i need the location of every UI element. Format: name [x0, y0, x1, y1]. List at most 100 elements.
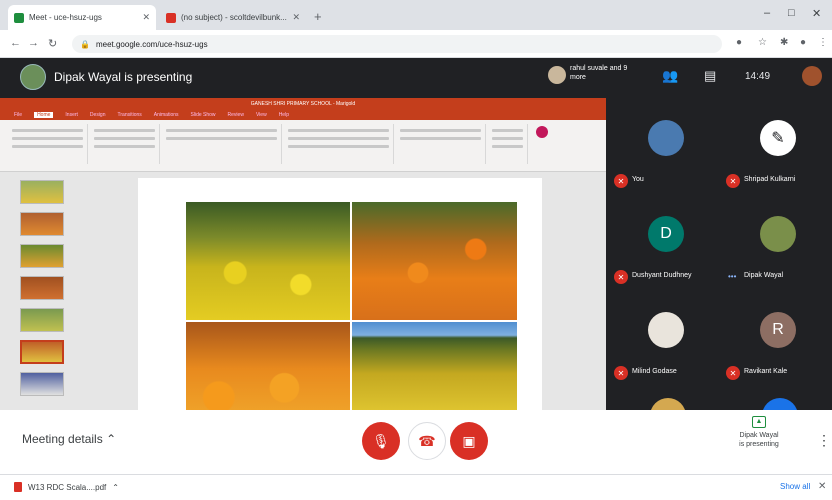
maximize-icon[interactable]: □ — [788, 7, 795, 19]
close-downloads-icon[interactable]: ✕ — [818, 481, 826, 492]
slide-thumbnail[interactable] — [20, 244, 64, 268]
reload-icon[interactable]: ↻ — [48, 37, 57, 50]
slide-thumbnail[interactable] — [20, 180, 64, 204]
slide-thumbnails — [6, 176, 70, 410]
slide-thumbnail[interactable] — [20, 308, 64, 332]
lock-icon: 🔒 — [80, 39, 90, 49]
ribbon-group-editing — [488, 124, 528, 164]
meeting-details-label: Meeting details — [22, 432, 103, 446]
ribbon-tabs: File Home Insert Design Transitions Anim… — [0, 110, 606, 120]
presenting-line-2: is presenting — [739, 441, 779, 448]
participant-name: You — [632, 176, 644, 183]
participant-tile[interactable]: R ✕ Ravikant Kale — [722, 302, 832, 392]
ribbon-tab[interactable]: Review — [228, 112, 244, 118]
browser-tab-meet[interactable]: Meet - uce-hsuz-ugs ✕ — [8, 5, 156, 30]
star-icon[interactable]: ☆ — [758, 37, 767, 48]
ribbon-group-clipboard — [8, 124, 88, 164]
url-text: meet.google.com/uce-hsuz-ugs — [95, 39, 208, 49]
ribbon-group-drawing — [396, 124, 486, 164]
ribbon-group-paragraph — [284, 124, 394, 164]
participant-name: Dipak Wayal — [744, 272, 784, 279]
ribbon-tab[interactable]: View — [256, 112, 267, 118]
tab-label: (no subject) - scoltdevilbunk... — [181, 13, 287, 22]
meet-favicon-icon — [14, 12, 24, 23]
close-tab-icon[interactable]: ✕ — [292, 12, 300, 23]
show-all-downloads-link[interactable]: Show all — [780, 482, 810, 491]
slide-thumbnail[interactable] — [20, 276, 64, 300]
back-icon[interactable]: ← — [10, 37, 21, 49]
participant-tile[interactable]: ✕ Milind Godase — [610, 302, 720, 392]
ribbon-tab-active[interactable]: Home — [34, 112, 54, 118]
leave-call-button[interactable]: ☎ — [408, 422, 446, 460]
hang-up-icon: ☎ — [418, 432, 436, 449]
presenter-avatar — [20, 64, 46, 90]
avatar: D — [648, 216, 684, 252]
address-bar[interactable]: 🔒 meet.google.com/uce-hsuz-ugs — [72, 35, 722, 53]
extensions-icon[interactable]: ✱ — [780, 37, 788, 48]
avatar: ✎ — [760, 120, 796, 156]
participant-tile[interactable]: ✕ You — [610, 110, 720, 200]
window-close-icon[interactable]: ✕ — [812, 7, 821, 20]
ribbon-tab[interactable]: File — [14, 112, 22, 118]
chevron-up-icon: ⌃ — [106, 432, 117, 446]
chevron-up-icon[interactable]: ⌃ — [112, 483, 119, 492]
avatar-initial: R — [772, 321, 784, 338]
meeting-clock: 14:49 — [745, 71, 771, 82]
mic-off-icon: ✕ — [614, 174, 628, 188]
participant-tile[interactable]: D ✕ Dushyant Dudhney — [610, 206, 720, 296]
present-screen-icon: ▲ — [752, 416, 766, 428]
participant-tile[interactable]: ••• Dipak Wayal — [722, 206, 832, 296]
camera-toggle-button[interactable]: ▣ — [450, 422, 488, 460]
mic-off-icon: ✕ — [726, 174, 740, 188]
camera-icon[interactable]: ● — [736, 37, 742, 48]
mic-off-icon: ✕ — [614, 366, 628, 380]
participants-summary[interactable]: rahul suvale and 9 more — [570, 64, 640, 82]
marigold-photo-closeup — [186, 322, 350, 416]
camera-off-icon: ▣ — [462, 432, 476, 449]
mic-off-icon: 🎙 — [372, 432, 390, 449]
meet-top-bar: Dipak Wayal is presenting rahul suvale a… — [0, 58, 832, 98]
more-options-icon[interactable]: ⋮ — [817, 432, 831, 449]
participant-name: Milind Godase — [632, 368, 677, 375]
close-tab-icon[interactable]: ✕ — [142, 12, 150, 23]
chat-icon[interactable]: ▤ — [704, 68, 716, 84]
download-filename: W13 RDC Scala....pdf — [28, 482, 107, 492]
mic-off-icon: ✕ — [614, 270, 628, 284]
new-tab-icon[interactable]: + — [314, 9, 322, 24]
speaking-indicator-icon: ••• — [728, 272, 737, 281]
self-avatar[interactable] — [802, 66, 822, 86]
meeting-details-button[interactable]: Meeting details ⌃ — [22, 432, 116, 446]
participant-tile[interactable]: ✎ ✕ Shripad Kulkarni — [722, 110, 832, 200]
pdf-file-icon — [14, 482, 22, 492]
slide-thumbnail-selected[interactable] — [20, 340, 64, 364]
slide-thumbnail[interactable] — [20, 372, 64, 396]
slide-thumbnail[interactable] — [20, 212, 64, 236]
ribbon-tab[interactable]: Animations — [154, 112, 179, 118]
ribbon-tab[interactable]: Design — [90, 112, 106, 118]
download-item[interactable]: W13 RDC Scala....pdf ⌃ — [14, 482, 119, 492]
avatar — [648, 312, 684, 348]
browser-menu-icon[interactable]: ⋮ — [818, 37, 828, 48]
ribbon-tab[interactable]: Transitions — [118, 112, 142, 118]
avatar — [650, 398, 686, 410]
ribbon-toolbar — [0, 120, 606, 172]
minimize-icon[interactable]: – — [764, 7, 770, 19]
browser-tab-gmail[interactable]: (no subject) - scoltdevilbunk... ✕ — [160, 5, 306, 30]
participant-name: Ravikant Kale — [744, 368, 788, 375]
meet-bottom-bar: Meeting details ⌃ 🎙 ☎ ▣ ▲ Dipak Wayal is… — [0, 410, 832, 474]
tab-label: Meet - uce-hsuz-ugs — [29, 13, 102, 22]
shared-screen: GANESH SHRI PRIMARY SCHOOL - Marigold Fi… — [0, 98, 606, 416]
profile-icon[interactable]: ● — [800, 37, 806, 48]
designer-icon[interactable] — [536, 126, 548, 138]
participant-tiles: ✕ You ✎ ✕ Shripad Kulkarni D ✕ Dushyant … — [606, 98, 832, 410]
avatar — [762, 398, 798, 410]
marigold-photo-yellow — [186, 202, 350, 320]
mic-toggle-button[interactable]: 🎙 — [362, 422, 400, 460]
ribbon-tab[interactable]: Help — [279, 112, 289, 118]
forward-icon[interactable]: → — [28, 37, 39, 49]
people-icon[interactable]: 👥 — [662, 68, 678, 84]
avatar — [760, 216, 796, 252]
presenting-status-button[interactable]: ▲ Dipak Wayal is presenting — [724, 416, 794, 449]
ribbon-tab[interactable]: Slide Show — [191, 112, 216, 118]
ribbon-tab[interactable]: Insert — [65, 112, 78, 118]
